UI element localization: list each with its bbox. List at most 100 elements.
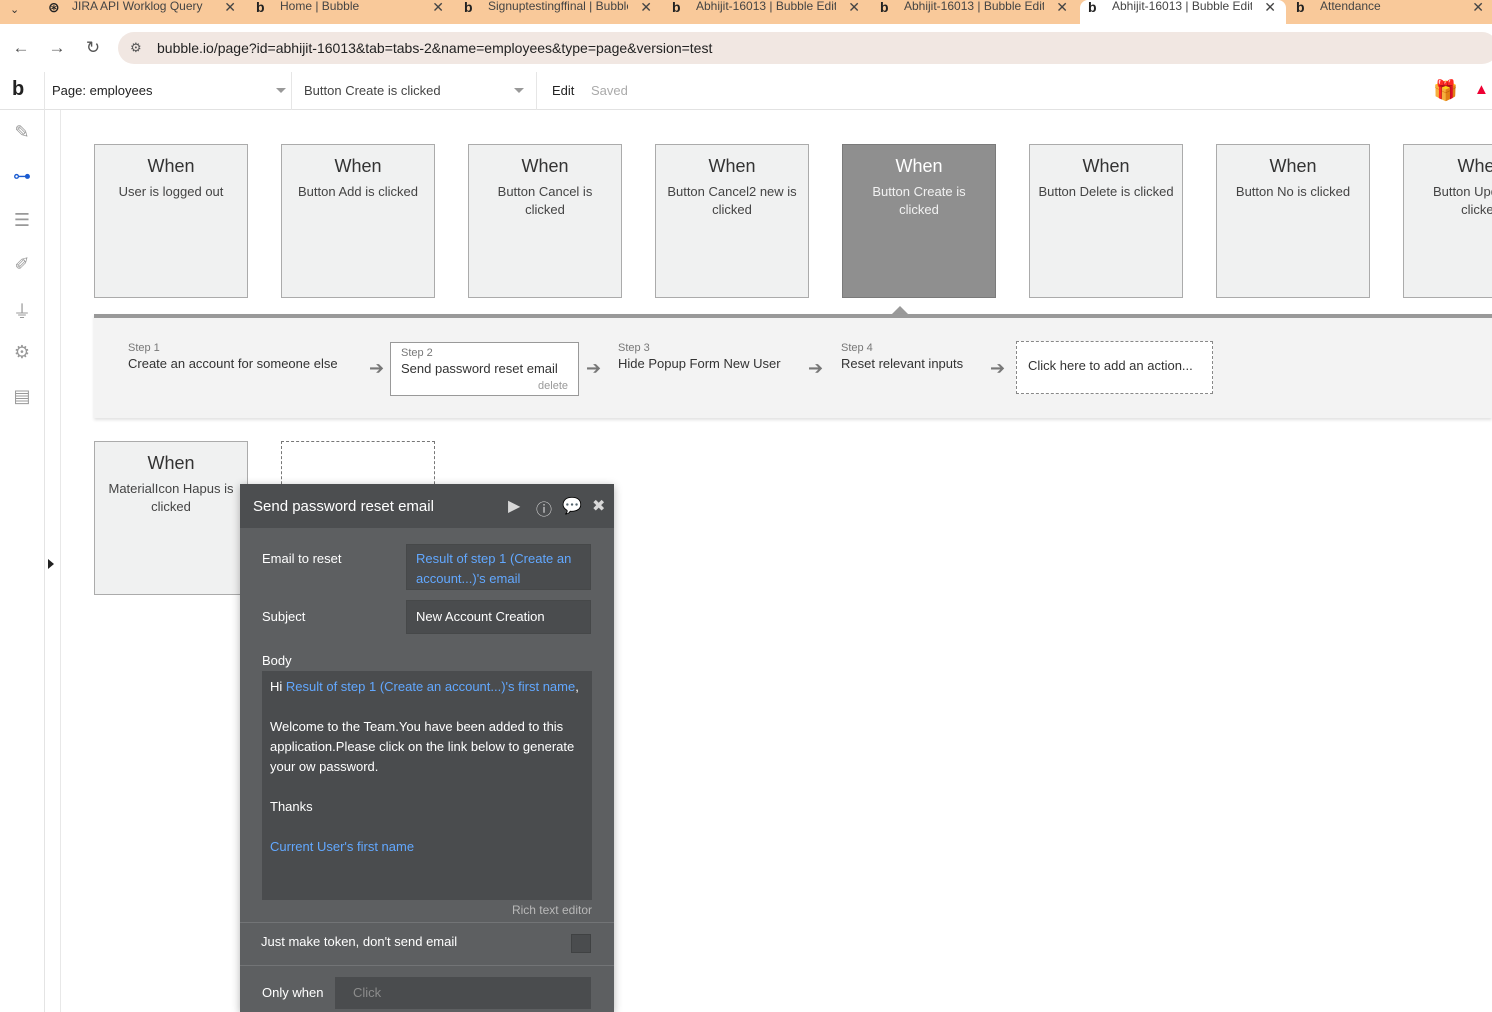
bubble-favicon-icon: b — [256, 0, 265, 15]
event-selector-label: Button Create is clicked — [304, 83, 441, 98]
step-title: Send password reset email — [401, 361, 558, 376]
close-tab-icon[interactable]: ✕ — [640, 0, 652, 16]
body-editor[interactable]: Hi Result of step 1 (Create an account..… — [262, 671, 592, 900]
reload-icon[interactable]: ↻ — [82, 38, 104, 58]
close-tab-icon[interactable]: ✕ — [1056, 0, 1068, 16]
event-description: Button Add is clicked — [298, 184, 418, 199]
arrow-right-icon: ➔ — [990, 358, 1006, 378]
panel-header[interactable]: Send password reset email ▶ ⓘ 💬 ✖ — [240, 484, 614, 528]
step-card-selected[interactable]: Step 2 Send password reset email delete — [390, 342, 579, 396]
url-field[interactable]: ⚙ bubble.io/page?id=abhijit-16013&tab=ta… — [118, 32, 1492, 64]
data-icon[interactable]: ☰ — [11, 210, 33, 231]
event-description: Button Create is clicked — [872, 184, 966, 217]
site-settings-icon[interactable]: ⚙ — [130, 40, 142, 56]
step-number: Step 1 — [128, 342, 160, 354]
rich-text-editor-toggle[interactable]: Rich text editor — [512, 903, 592, 917]
design-icon[interactable]: ✎ — [11, 122, 33, 143]
step-card[interactable]: Step 1 Create an account for someone els… — [128, 342, 338, 371]
token-only-label: Just make token, don't send email — [261, 934, 458, 949]
edit-menu[interactable]: Edit — [552, 83, 574, 98]
tab-title: Abhijit-16013 | Bubble Editor — [1112, 0, 1252, 13]
browser-tab[interactable]: ⊛ JIRA API Worklog Query ✕ — [40, 0, 246, 24]
arrow-right-icon: ➔ — [808, 358, 824, 378]
forward-icon[interactable]: → — [46, 38, 68, 58]
dynamic-first-name[interactable]: Result of step 1 (Create an account...)'… — [286, 679, 575, 694]
browser-tab[interactable]: b Signuptestingffinal | Bubble ✕ — [456, 0, 662, 24]
subject-field[interactable]: New Account Creation — [406, 600, 591, 634]
tab-title: Abhijit-16013 | Bubble Editor — [904, 0, 1044, 13]
editor-topbar: b Page: employees Button Create is click… — [0, 72, 1492, 110]
event-card[interactable]: When Button Cancel2 new is clicked — [655, 144, 809, 298]
address-bar: ← → ↻ ⚙ bubble.io/page?id=abhijit-16013&… — [0, 24, 1492, 72]
event-when: When — [521, 156, 569, 176]
close-tab-icon[interactable]: ✕ — [1472, 0, 1484, 16]
tab-title: Signuptestingffinal | Bubble — [488, 0, 628, 13]
only-when-field[interactable]: Click — [335, 977, 591, 1009]
page-selector[interactable]: Page: employees — [44, 72, 292, 110]
info-icon[interactable]: ⓘ — [536, 496, 552, 520]
url-text[interactable]: bubble.io/page?id=abhijit-16013&tab=tabs… — [157, 40, 712, 56]
body-welcome-text: Welcome to the Team.You have been added … — [270, 719, 575, 774]
gift-icon[interactable]: 🎁 — [1433, 78, 1458, 103]
greeting-text: Hi — [270, 679, 286, 694]
event-card[interactable]: When MaterialIcon Hapus is clicked — [94, 441, 248, 595]
tab-search-icon[interactable]: ⌄ — [10, 3, 19, 16]
dynamic-signature[interactable]: Current User's first name — [270, 837, 584, 857]
step-card[interactable]: Step 3 Hide Popup Form New User — [618, 342, 781, 371]
close-tab-icon[interactable]: ✕ — [432, 0, 444, 16]
step-card[interactable]: Step 4 Reset relevant inputs — [841, 342, 963, 371]
delete-step-link[interactable]: delete — [538, 380, 568, 392]
browser-tab[interactable]: b Abhijit-16013 | Bubble Editor ✕ — [872, 0, 1078, 24]
bubble-favicon-icon: b — [880, 0, 889, 15]
settings-icon[interactable]: ⚙ — [11, 342, 33, 363]
event-card[interactable]: When Button Cancel is clicked — [468, 144, 622, 298]
event-card-partial[interactable]: When Button Update is clicked — [1403, 144, 1492, 298]
only-when-label: Only when — [262, 985, 324, 1000]
browser-tab[interactable]: b Home | Bubble ✕ — [248, 0, 454, 24]
browser-tab[interactable]: b Attendance ✕ — [1288, 0, 1492, 24]
close-tab-icon[interactable]: ✕ — [848, 0, 860, 16]
browser-tab-active[interactable]: b Abhijit-16013 | Bubble Editor ✕ — [1080, 0, 1286, 24]
close-tab-icon[interactable]: ✕ — [224, 0, 236, 16]
event-when: When — [895, 156, 943, 176]
email-to-reset-field[interactable]: Result of step 1 (Create an account...)'… — [406, 544, 591, 590]
close-tab-icon[interactable]: ✕ — [1264, 0, 1276, 16]
bubble-favicon-icon: b — [464, 0, 473, 15]
step-title: Create an account for someone else — [128, 356, 338, 371]
add-action-button[interactable]: Click here to add an action... — [1016, 341, 1213, 394]
divider — [240, 965, 614, 966]
browser-tab[interactable]: b Abhijit-16013 | Bubble Editor ✕ — [664, 0, 870, 24]
back-icon[interactable]: ← — [10, 38, 32, 58]
tab-title: Home | Bubble — [280, 0, 360, 13]
comment-icon[interactable]: 💬 — [562, 496, 582, 516]
event-description: Button Cancel2 new is clicked — [667, 184, 797, 217]
event-card-selected[interactable]: When Button Create is clicked — [842, 144, 996, 298]
bubble-logo[interactable]: b — [12, 78, 24, 101]
workflow-icon[interactable]: ⊶ — [11, 166, 33, 187]
tab-title: Abhijit-16013 | Bubble Editor — [696, 0, 836, 13]
event-card[interactable]: When User is logged out — [94, 144, 248, 298]
event-when: When — [1082, 156, 1130, 176]
logs-icon[interactable]: ▤ — [11, 386, 33, 407]
event-selector[interactable]: Button Create is clicked — [292, 72, 537, 110]
plugins-icon[interactable]: ⏚ — [11, 298, 33, 324]
event-card[interactable]: When Button Add is clicked — [281, 144, 435, 298]
email-to-reset-label: Email to reset — [262, 551, 342, 566]
event-when: When — [1269, 156, 1317, 176]
expand-arrow-icon[interactable] — [48, 559, 54, 569]
jira-favicon-icon: ⊛ — [48, 0, 60, 15]
close-icon[interactable]: ✖ — [592, 496, 605, 516]
warning-icon[interactable]: ▲ — [1474, 81, 1489, 98]
play-icon[interactable]: ▶ — [508, 496, 520, 516]
selected-event-pointer — [892, 306, 908, 314]
token-only-checkbox[interactable] — [571, 934, 591, 953]
bubble-favicon-icon: b — [672, 0, 681, 15]
event-description: MaterialIcon Hapus is clicked — [108, 481, 234, 514]
event-card[interactable]: When Button No is clicked — [1216, 144, 1370, 298]
comma-text: , — [575, 679, 579, 694]
styles-icon[interactable]: ✐ — [11, 254, 33, 275]
event-card[interactable]: When Button Delete is clicked — [1029, 144, 1183, 298]
event-when: When — [147, 453, 195, 473]
action-properties-panel: Send password reset email ▶ ⓘ 💬 ✖ Email … — [240, 484, 614, 1012]
panel-title: Send password reset email — [253, 498, 434, 515]
